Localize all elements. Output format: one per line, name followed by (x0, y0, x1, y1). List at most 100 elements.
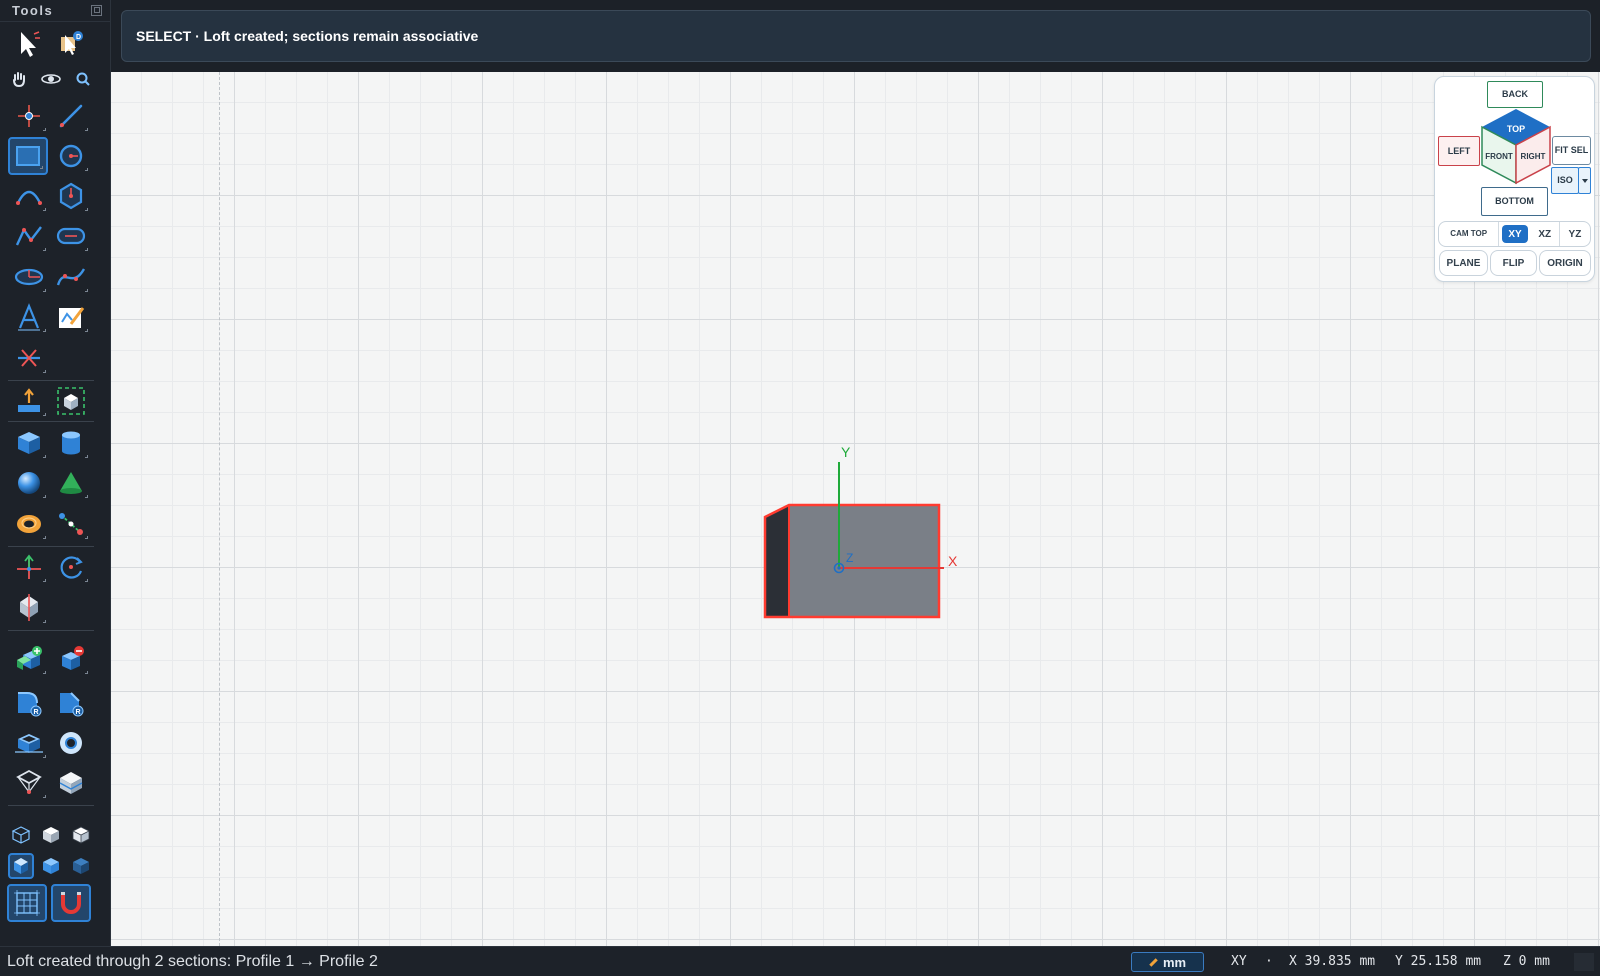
slot-icon (56, 227, 86, 245)
separator (8, 421, 94, 422)
fillet-icon: R (18, 692, 42, 717)
chevron-down-icon (1581, 178, 1588, 183)
arc-tool-button[interactable] (9, 177, 49, 215)
box-tool-button[interactable] (9, 424, 49, 462)
view-back-button[interactable]: BACK (1487, 81, 1543, 108)
spline-tool-button[interactable] (51, 258, 91, 296)
3d-select-icon: D (61, 31, 83, 55)
plane-yz-button[interactable]: YZ (1560, 222, 1590, 246)
sketch-to-solid-icon (57, 387, 85, 415)
sphere-icon (18, 472, 40, 494)
polygon-tool-button[interactable] (51, 177, 91, 215)
view-left-button[interactable]: LEFT (1438, 136, 1480, 166)
ellipse-tool-button[interactable] (9, 258, 49, 296)
mirror-icon (20, 594, 38, 621)
trim-tool-button[interactable] (9, 339, 49, 377)
shaded-edges-view-button[interactable] (8, 853, 34, 879)
cone-icon (60, 472, 82, 494)
text-icon (18, 303, 40, 331)
fit-selection-button[interactable]: FIT SEL (1552, 136, 1591, 165)
ellipse-icon (14, 268, 44, 286)
orbit-tool-button[interactable] (38, 66, 64, 92)
command-message-box: SELECT · Loft created; sections remain a… (121, 10, 1591, 62)
status-plane: XY (1231, 954, 1247, 969)
subtract-tool-button[interactable] (51, 640, 91, 678)
rotate-tool-button[interactable] (51, 548, 91, 586)
image-trace-tool-button[interactable] (51, 298, 91, 336)
shaded-view-button[interactable] (68, 822, 94, 848)
plane-xy-button[interactable]: XY (1502, 225, 1528, 243)
fillet-tool-button[interactable]: R (9, 684, 49, 722)
cylinder-icon (62, 431, 80, 455)
pan-tool-button[interactable] (6, 66, 32, 92)
wireframe-view-button[interactable] (8, 822, 34, 848)
plane-xz-button[interactable]: XZ (1531, 222, 1560, 246)
orbit-icon (41, 74, 61, 84)
point-tool-button[interactable] (9, 97, 49, 135)
select-tool-button[interactable] (9, 25, 49, 63)
polyline-tool-button[interactable] (9, 217, 49, 255)
iso-dropdown-button[interactable] (1578, 167, 1591, 194)
loft-icon (16, 769, 42, 794)
circle-tool-button[interactable] (51, 137, 91, 175)
union-tool-button[interactable] (9, 640, 49, 678)
shaded-blue-view-button[interactable] (38, 853, 64, 879)
resize-handle[interactable] (1574, 953, 1594, 971)
loft-side-face[interactable] (765, 505, 789, 617)
trim-icon (18, 349, 40, 367)
origin-button[interactable]: ORIGIN (1539, 250, 1591, 276)
move-tool-button[interactable] (9, 548, 49, 586)
solid-view-button[interactable] (38, 822, 64, 848)
line-tool-button[interactable] (51, 97, 91, 135)
rotate-icon (60, 556, 83, 579)
coord-y: Y 25.158 mm (1395, 954, 1482, 969)
rectangle-icon (16, 146, 40, 166)
z-axis-label: Z (846, 551, 853, 565)
viewport-canvas[interactable]: Y X Z (111, 72, 1600, 946)
detach-panel-icon[interactable] (91, 5, 102, 16)
mirror-tool-button[interactable] (9, 589, 49, 627)
torus-tool-button[interactable] (9, 505, 49, 543)
3d-select-tool-button[interactable]: D (51, 25, 91, 63)
grid-snap-button[interactable] (7, 884, 47, 922)
svg-text:R: R (34, 709, 39, 716)
torus-icon (17, 515, 41, 533)
x-axis-label: X (948, 553, 958, 569)
separator (8, 546, 94, 547)
shell-tool-button[interactable] (9, 724, 49, 762)
section-tool-button[interactable] (51, 764, 91, 802)
cube-top-label: TOP (1507, 124, 1525, 134)
line-icon (59, 104, 83, 128)
cam-top-button[interactable]: CAM TOP (1439, 222, 1500, 246)
measure-tool-button[interactable] (51, 505, 91, 543)
cube-front-label: FRONT (1485, 152, 1513, 161)
dark-shaded-view-button[interactable] (68, 853, 94, 879)
units-label: mm (1162, 954, 1187, 970)
text-tool-button[interactable] (9, 298, 49, 336)
iso-view-button[interactable]: ISO (1551, 167, 1579, 194)
sketch-to-solid-tool-button[interactable] (51, 382, 91, 420)
section-icon (59, 772, 83, 794)
plane-button[interactable]: PLANE (1439, 250, 1488, 276)
rectangle-tool-button[interactable] (8, 137, 48, 175)
flip-button[interactable]: FLIP (1490, 250, 1537, 276)
hole-tool-button[interactable] (51, 724, 91, 762)
zoom-tool-button[interactable] (70, 66, 96, 92)
loft-front-face[interactable] (789, 505, 939, 617)
cone-tool-button[interactable] (51, 464, 91, 502)
cube-right-label: RIGHT (1521, 152, 1546, 161)
slot-tool-button[interactable] (51, 217, 91, 255)
move-icon (17, 554, 41, 579)
view-bottom-button[interactable]: BOTTOM (1481, 187, 1548, 216)
svg-text:D: D (76, 34, 81, 41)
sphere-tool-button[interactable] (9, 464, 49, 502)
units-button[interactable]: mm (1131, 952, 1204, 972)
magnet-snap-button[interactable] (51, 884, 91, 922)
status-message: Loft created through 2 sections: Profile… (7, 952, 378, 970)
extrude-tool-button[interactable] (9, 382, 49, 420)
loft-tool-button[interactable] (9, 764, 49, 802)
cylinder-tool-button[interactable] (51, 424, 91, 462)
extrude-icon (18, 388, 40, 412)
chamfer-tool-button[interactable]: R (51, 684, 91, 722)
grid-snap-icon (14, 890, 40, 916)
